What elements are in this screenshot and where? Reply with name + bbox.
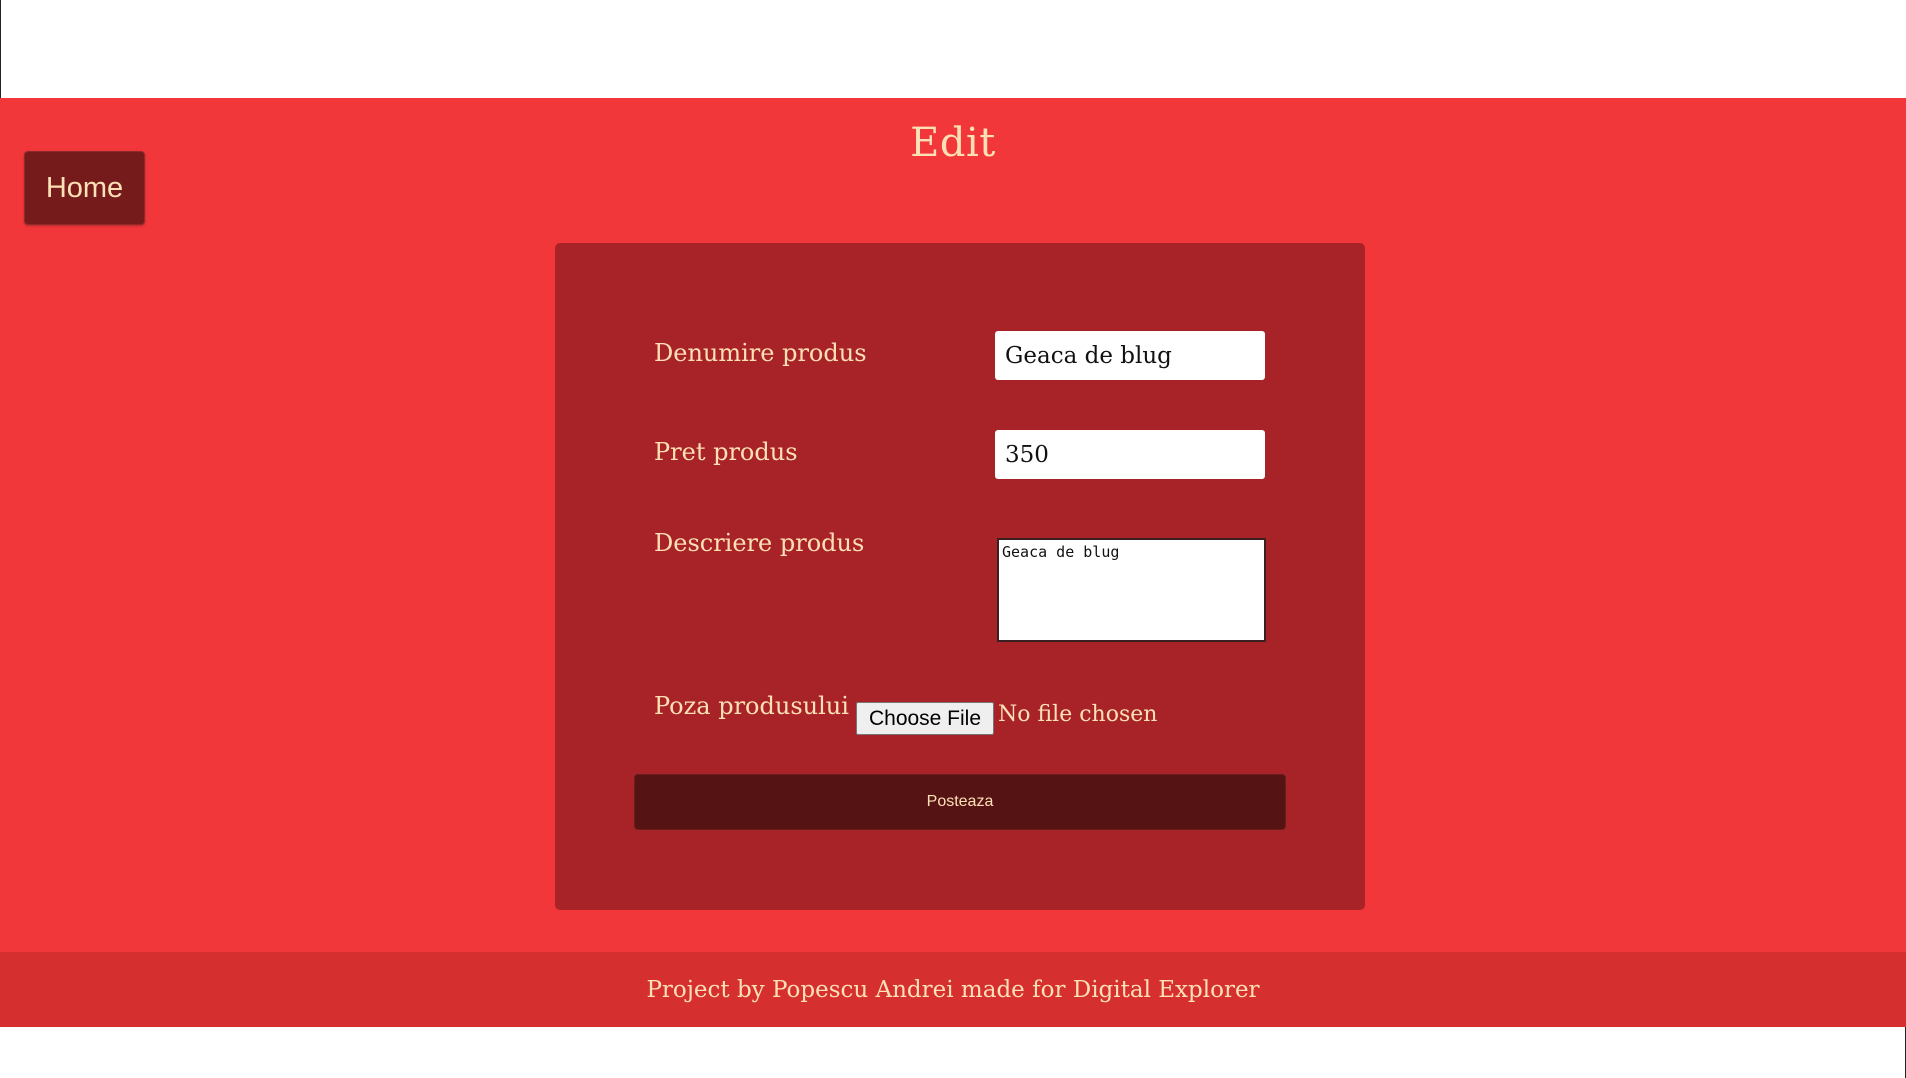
footer-credit-text: Project by Popescu Andrei made for Digit…	[646, 976, 1260, 1003]
product-name-label: Denumire produs	[654, 339, 867, 367]
edit-product-form: Denumire produs Pret produs Descriere pr…	[555, 243, 1365, 910]
product-description-textarea[interactable]: Geaca de blug	[997, 538, 1266, 642]
file-status-text: No file chosen	[998, 702, 1158, 727]
post-button[interactable]: Posteaza	[634, 774, 1286, 830]
page: Home Edit Denumire produs Pret produs De…	[0, 0, 1906, 1078]
product-price-input[interactable]	[995, 430, 1265, 479]
main-section: Home Edit Denumire produs Pret produs De…	[0, 98, 1906, 952]
bottom-blank-area	[0, 1027, 1906, 1078]
product-description-label: Descriere produs	[654, 529, 865, 557]
choose-file-button[interactable]: Choose File	[856, 702, 994, 735]
product-name-input[interactable]	[995, 331, 1265, 380]
page-title: Edit	[910, 120, 996, 166]
product-image-label: Poza produsului	[654, 692, 849, 720]
footer: Project by Popescu Andrei made for Digit…	[0, 952, 1906, 1027]
product-price-label: Pret produs	[654, 438, 798, 466]
top-blank-area	[0, 0, 1906, 98]
